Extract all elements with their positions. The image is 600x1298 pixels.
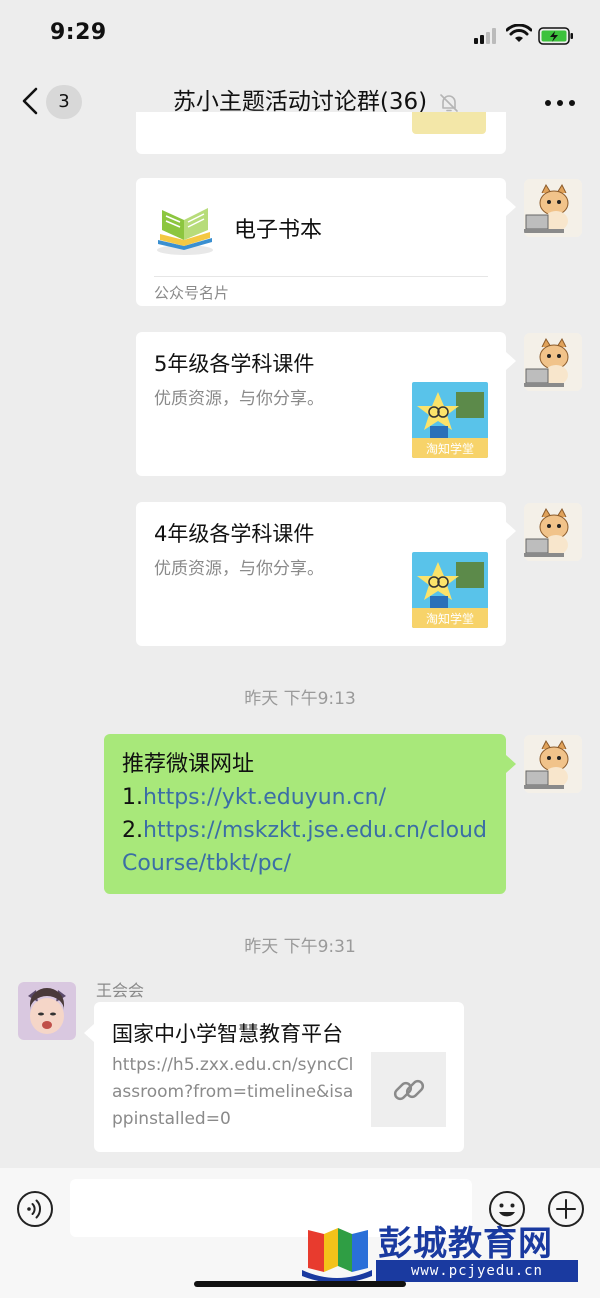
wifi-icon (506, 24, 532, 42)
card-thumbnail (412, 112, 486, 134)
link-thumbnail (371, 1052, 446, 1127)
sender-avatar[interactable] (18, 982, 76, 1040)
card-title: 5年级各学科课件 (154, 352, 315, 376)
list-number: 2. (122, 818, 143, 843)
bubble-tail (506, 522, 516, 540)
svg-text:淘知学堂: 淘知学堂 (426, 611, 474, 626)
message-timestamp: 昨天 下午9:13 (244, 689, 356, 709)
books-logo-icon (302, 1228, 372, 1282)
user-avatar[interactable] (524, 735, 582, 793)
voice-input-icon[interactable] (16, 1190, 54, 1228)
home-indicator[interactable] (194, 1281, 406, 1287)
card-divider (154, 276, 488, 277)
battery-icon (538, 27, 573, 45)
message-timestamp: 昨天 下午9:31 (244, 937, 356, 957)
bubble-tail (506, 198, 516, 216)
watermark-url: www.pcjyedu.cn (376, 1260, 578, 1282)
url-link[interactable]: https://ykt.eduyun.cn/ (143, 785, 386, 810)
mute-bell-icon (440, 94, 458, 112)
card-type-label: 公众号名片 (154, 284, 230, 302)
card-description: 优质资源，与你分享。 (154, 559, 324, 579)
sent-text-message[interactable]: 推荐微课网址 1.https://ykt.eduyun.cn/ 2.https:… (104, 734, 506, 894)
bubble-tail (506, 352, 516, 370)
message-link-line: Course/tbkt/pc/ (122, 847, 488, 880)
back-chevron-icon[interactable] (18, 86, 42, 116)
bubble-tail (84, 1024, 94, 1042)
list-number: 1. (122, 785, 143, 810)
url-link-continued[interactable]: Course/tbkt/pc/ (122, 851, 291, 876)
card-url: https://h5.zxx.edu.cn/syncClassroom?from… (112, 1055, 354, 1129)
card-title: 电子书本 (234, 218, 323, 243)
course-link-card[interactable]: 5年级各学科课件 优质资源，与你分享。 淘知学堂 (136, 332, 506, 476)
course-thumbnail-image: 淘知学堂 (412, 552, 488, 628)
sender-name: 王会会 (96, 981, 145, 1000)
course-thumbnail-image: 淘知学堂 (412, 382, 488, 458)
cellular-signal-icon (474, 28, 500, 44)
more-options-icon[interactable] (543, 98, 577, 108)
bubble-tail (506, 755, 516, 773)
unread-count-badge[interactable]: 3 (46, 85, 82, 119)
card-title: 4年级各学科课件 (154, 522, 315, 546)
url-link[interactable]: https://mskzkt.jse.edu.cn/cloud (143, 818, 487, 843)
user-avatar[interactable] (524, 503, 582, 561)
card-description: 优质资源，与你分享。 (154, 389, 324, 409)
status-time: 9:29 (50, 20, 107, 45)
svg-text:淘知学堂: 淘知学堂 (426, 441, 474, 456)
user-avatar[interactable] (524, 333, 582, 391)
message-link-line: 1.https://ykt.eduyun.cn/ (122, 781, 488, 814)
site-watermark: 彭城教育网 www.pcjyedu.cn (300, 1216, 590, 1286)
previous-card-partial[interactable] (136, 112, 506, 154)
official-account-card[interactable]: 电子书本 公众号名片 (136, 178, 506, 306)
card-title: 国家中小学智慧教育平台 (112, 1022, 343, 1046)
watermark-brand: 彭城教育网 (378, 1224, 553, 1264)
chain-link-icon (393, 1079, 425, 1101)
message-text: 推荐微课网址 (122, 752, 255, 777)
book-icon (157, 208, 213, 255)
shared-link-card[interactable]: 国家中小学智慧教育平台 https://h5.zxx.edu.cn/syncCl… (94, 1002, 464, 1152)
user-avatar[interactable] (524, 179, 582, 237)
message-link-line: 2.https://mskzkt.jse.edu.cn/cloud (122, 814, 488, 847)
status-bar: 9:29 (0, 0, 600, 70)
course-link-card[interactable]: 4年级各学科课件 优质资源，与你分享。 淘知学堂 (136, 502, 506, 646)
